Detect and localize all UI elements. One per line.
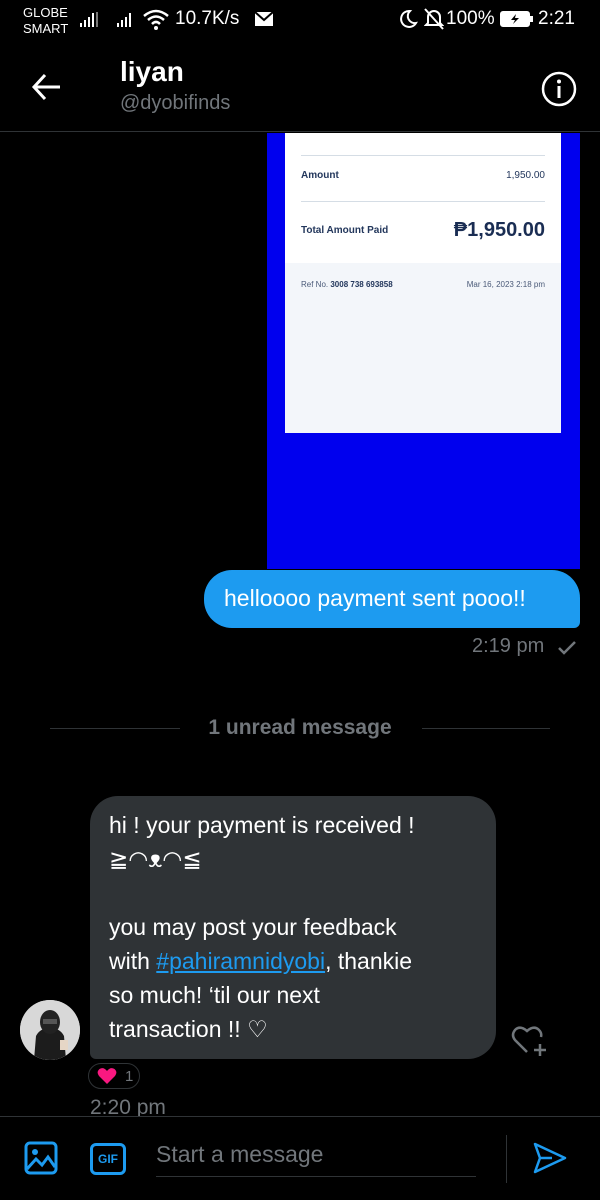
bell-off-icon: [424, 8, 444, 30]
status-bar: GLOBE SMART 10.7K/s 100% 2:21: [0, 0, 600, 44]
composer-divider: [506, 1135, 507, 1183]
message-composer: GIF: [0, 1116, 600, 1200]
send-icon[interactable]: [532, 1141, 568, 1175]
received-message-bubble[interactable]: hi ! your payment is received ! ≧◠ᴥ◠≦ yo…: [90, 796, 496, 1059]
receipt-torn-edge: [285, 427, 561, 433]
receipt-ref-label: Ref No.: [301, 280, 329, 289]
hashtag-link[interactable]: #pahiramnidyobi: [156, 948, 325, 974]
sender-avatar[interactable]: [20, 1000, 80, 1060]
mail-icon: [254, 11, 274, 26]
received-message-line: you may post your feedback: [109, 914, 397, 940]
contact-name[interactable]: liyan: [120, 56, 184, 88]
wifi-icon: [143, 9, 169, 30]
gif-button[interactable]: GIF: [90, 1143, 126, 1175]
heart-reaction[interactable]: 1: [88, 1063, 140, 1089]
back-arrow-icon[interactable]: [30, 70, 64, 104]
image-icon[interactable]: [24, 1141, 58, 1175]
message-input[interactable]: [156, 1133, 476, 1177]
received-message-text: with: [109, 948, 157, 974]
contact-handle[interactable]: @dyobifinds: [120, 92, 230, 115]
check-icon: [558, 641, 576, 655]
moon-icon: [400, 9, 418, 28]
received-message-line: hi ! your payment is received !: [109, 812, 415, 838]
sent-message-bubble[interactable]: helloooo payment sent pooo!!: [204, 570, 580, 628]
receipt-footer: Ref No. 3008 738 693858 Mar 16, 2023 2:1…: [285, 263, 561, 433]
received-message-text: , thankie: [325, 948, 413, 974]
info-icon[interactable]: [540, 70, 578, 108]
receipt-paper: Amount 1,950.00 Total Amount Paid ₱1,950…: [285, 133, 561, 433]
add-reaction-icon[interactable]: [510, 1022, 550, 1058]
payment-receipt-image[interactable]: Amount 1,950.00 Total Amount Paid ₱1,950…: [267, 133, 580, 569]
receipt-total-label: Total Amount Paid: [301, 225, 389, 236]
signal-icon: [80, 12, 98, 27]
battery-percent: 100%: [446, 8, 495, 29]
carrier-line-1: GLOBE: [23, 5, 68, 20]
status-time: 2:21: [538, 8, 575, 29]
receipt-total-value: ₱1,950.00: [453, 219, 545, 241]
received-message-kaomoji: ≧◠ᴥ◠≦: [109, 846, 202, 872]
received-message-line: with #pahiramnidyobi, thankie: [109, 944, 478, 978]
receipt-date: Mar 16, 2023 2:18 pm: [466, 280, 545, 289]
reaction-count: 1: [125, 1067, 134, 1085]
received-message-line: so much! ‘til our next: [109, 982, 320, 1008]
carrier-line-2: SMART: [23, 21, 69, 36]
receipt-divider: [301, 201, 545, 202]
heart-icon: [97, 1068, 117, 1084]
receipt-divider: [301, 155, 545, 156]
network-speed: 10.7K/s: [175, 8, 240, 29]
unread-divider-line: [422, 728, 550, 729]
avatar-image: [20, 1000, 80, 1060]
receipt-ref-number: Ref No. 3008 738 693858: [301, 280, 393, 289]
sent-message-time: 2:19 pm: [472, 635, 545, 657]
receipt-amount-label: Amount: [301, 170, 339, 181]
receipt-amount-value: 1,950.00: [506, 170, 545, 181]
received-message-line: transaction !! ♡: [109, 1016, 268, 1042]
signal-icon: [117, 13, 131, 27]
conversation-header: liyan @dyobifinds: [0, 44, 600, 132]
carrier-name: GLOBE SMART: [23, 5, 68, 37]
received-message-spacer: [109, 876, 478, 910]
receipt-ref-value: 3008 738 693858: [330, 280, 393, 289]
battery-charging-icon: [500, 11, 533, 27]
